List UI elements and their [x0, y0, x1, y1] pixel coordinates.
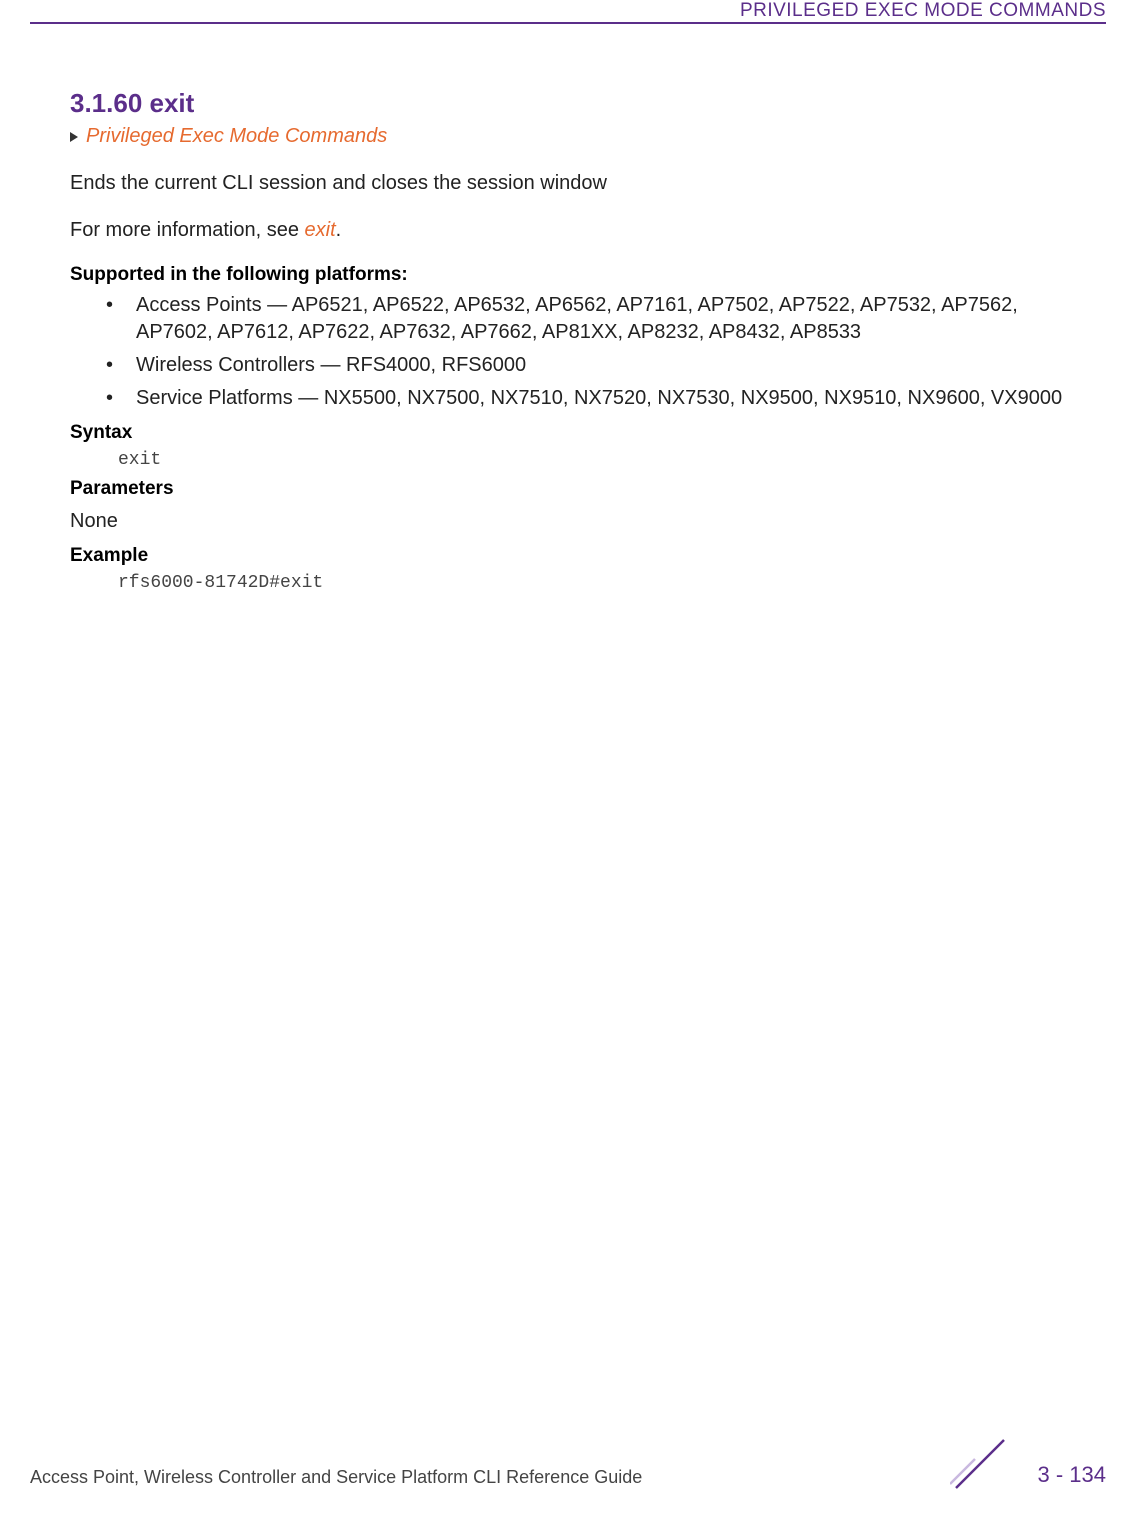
parameters-value: None — [70, 510, 1074, 533]
more-info-link[interactable]: exit — [305, 219, 336, 241]
footer-title: Access Point, Wireless Controller and Se… — [30, 1467, 642, 1488]
page: PRIVILEGED EXEC MODE COMMANDS 3.1.60 exi… — [0, 0, 1126, 1516]
running-header: PRIVILEGED EXEC MODE COMMANDS — [740, 0, 1106, 22]
more-info-prefix: For more information, see — [70, 219, 305, 241]
footer-page-number: 3 - 134 — [1038, 1462, 1107, 1488]
footer-slash-icon — [950, 1434, 1010, 1494]
breadcrumb-text: Privileged Exec Mode Commands — [86, 125, 387, 148]
supported-platforms-list: Access Points — AP6521, AP6522, AP6532, … — [70, 292, 1074, 412]
list-item: Access Points — AP6521, AP6522, AP6532, … — [106, 292, 1074, 346]
example-heading: Example — [70, 545, 1074, 567]
page-footer: Access Point, Wireless Controller and Se… — [30, 1448, 1106, 1488]
section-title: 3.1.60 exit — [70, 88, 1074, 119]
description-paragraph: Ends the current CLI session and closes … — [70, 170, 1074, 197]
example-code: rfs6000-81742D#exit — [118, 573, 1074, 593]
syntax-code: exit — [118, 450, 1074, 470]
more-info-paragraph: For more information, see exit. — [70, 217, 1074, 244]
list-item: Service Platforms — NX5500, NX7500, NX75… — [106, 385, 1074, 412]
supported-heading: Supported in the following platforms: — [70, 264, 1074, 286]
syntax-heading: Syntax — [70, 422, 1074, 444]
content-area: 3.1.60 exit Privileged Exec Mode Command… — [70, 88, 1074, 601]
more-info-suffix: . — [336, 219, 342, 241]
header-rule — [30, 22, 1106, 24]
parameters-heading: Parameters — [70, 478, 1074, 500]
breadcrumb: Privileged Exec Mode Commands — [70, 125, 1074, 148]
list-item: Wireless Controllers — RFS4000, RFS6000 — [106, 352, 1074, 379]
triangle-right-icon — [70, 132, 78, 142]
